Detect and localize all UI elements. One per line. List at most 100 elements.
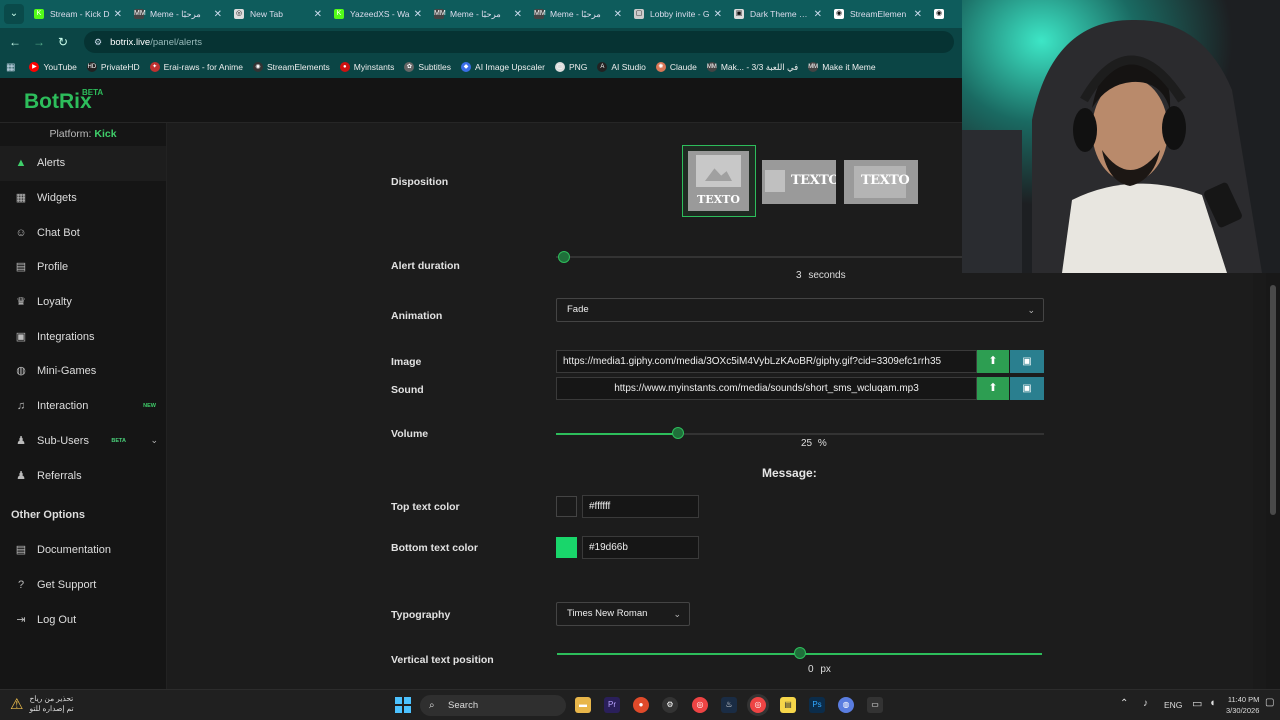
browser-tab[interactable]: MM Meme - مرحبًا ✕	[428, 0, 528, 28]
bookmark-item[interactable]: ✦ Erai-raws - for Anime	[149, 62, 243, 73]
network-icon[interactable]: ▭	[1192, 697, 1202, 710]
close-icon[interactable]: ✕	[114, 9, 122, 20]
browser-tab[interactable]: K YazeedXS - Wa ✕	[328, 0, 428, 28]
site-info-icon[interactable]: ⚙	[94, 37, 102, 48]
top-text-color-swatch[interactable]	[556, 496, 577, 517]
bookmark-item[interactable]: MM Make it Meme	[808, 62, 876, 73]
logo-beta-badge: BETA	[82, 88, 104, 97]
sidebar-item-sub-users[interactable]: ♟ Sub-Users BETA ⌄	[0, 424, 166, 459]
animation-select[interactable]: Fade ⌄	[556, 298, 1044, 322]
taskbar-search[interactable]: ⌕ Search	[420, 695, 566, 716]
sidebar-item-label: Loyalty	[37, 296, 72, 309]
notification-icon[interactable]: ▢	[1265, 697, 1274, 708]
disposition-option-overlay[interactable]: TEXTO	[844, 160, 918, 204]
typography-select[interactable]: Times New Roman ⌄	[556, 602, 690, 626]
sidebar-item-integrations[interactable]: ▣ Integrations	[0, 319, 166, 354]
sidebar-item-chat-bot[interactable]: ☺ Chat Bot	[0, 215, 166, 250]
close-icon[interactable]: ✕	[914, 9, 922, 20]
image-url-input[interactable]: https://media1.giphy.com/media/3OXc5iM4V…	[556, 350, 977, 373]
close-icon[interactable]: ✕	[614, 9, 622, 20]
bookmark-item[interactable]: ◆ AI Image Upscaler	[461, 62, 545, 73]
browser-tab[interactable]: ◉St	[928, 0, 950, 28]
sidebar-item-profile[interactable]: ▤ Profile	[0, 250, 166, 285]
browser-tab[interactable]: MM Meme - مرحبًا ✕	[528, 0, 628, 28]
sound-upload-button[interactable]: ⬆	[977, 377, 1009, 400]
sidebar-item-log-out[interactable]: ⇥ Log Out	[0, 602, 166, 637]
browser-tab[interactable]: ▢ Lobby invite - G ✕	[628, 0, 728, 28]
premiere-icon[interactable]: Pr	[604, 697, 620, 713]
webcam-video	[962, 0, 1280, 273]
bottom-text-color-input[interactable]: #19d66b	[582, 536, 699, 559]
sidebar-item-mini-games[interactable]: ◍ Mini-Games	[0, 354, 166, 389]
microphone-icon[interactable]: ♪	[1143, 698, 1148, 709]
bookmark-item[interactable]: ▶ YouTube	[29, 62, 77, 73]
close-icon[interactable]: ✕	[414, 9, 422, 20]
photoshop-icon[interactable]: Ps	[809, 697, 825, 713]
close-icon[interactable]: ✕	[814, 9, 822, 20]
browser-tab[interactable]: MM Meme - مرحبًا ✕	[128, 0, 228, 28]
terminal-icon[interactable]: ▭	[867, 697, 883, 713]
sound-url-input[interactable]: https://www.myinstants.com/media/sounds/…	[556, 377, 977, 400]
sidebar-item-loyalty[interactable]: ♛ Loyalty	[0, 285, 166, 320]
close-icon[interactable]: ✕	[514, 9, 522, 20]
sidebar-item-interaction[interactable]: ♫ Interaction NEW	[0, 389, 166, 424]
image-library-button[interactable]: ▣	[1010, 350, 1044, 373]
sidebar-item-get-support[interactable]: ? Get Support	[0, 568, 166, 603]
file-explorer-icon[interactable]: ▬	[575, 697, 591, 713]
bookmark-item[interactable]: MM Mak... - 3/3 في اللعبة	[706, 62, 798, 73]
volume-icon[interactable]: ◖	[1209, 697, 1216, 709]
browser-tab[interactable]: ◎ New Tab ✕	[228, 0, 328, 28]
bookmark-item[interactable]: ◉ StreamElements	[252, 62, 330, 73]
volume-slider-knob[interactable]	[672, 427, 684, 439]
bookmark-item[interactable]: ✺ Claude	[655, 62, 697, 73]
botrix-logo[interactable]: BotRix BETA	[24, 88, 103, 114]
bookmark-item[interactable]: ✿ Subtitles	[404, 62, 451, 73]
top-text-color-input[interactable]: #ffffff	[582, 495, 699, 518]
tab-search-button[interactable]: ⌄	[4, 4, 24, 24]
back-icon[interactable]: ←	[6, 35, 24, 49]
weather-widget[interactable]: ⚠ تحذير من رياح تم إصداره للتو	[10, 694, 74, 714]
reload-icon[interactable]: ↻	[54, 35, 72, 49]
apps-grid-icon[interactable]: ▦	[6, 62, 15, 73]
chevron-down-icon[interactable]: ⌄	[150, 435, 158, 446]
browser-tab[interactable]: ▣ Dark Theme - C ✕	[728, 0, 828, 28]
clock[interactable]: 11:40 PM 3/30/2026	[1226, 694, 1259, 716]
bookmark-label: YouTube	[43, 62, 77, 72]
bookmark-item[interactable]: ▢ PNG	[554, 62, 587, 73]
bottom-text-color-swatch[interactable]	[556, 537, 577, 558]
sticky-notes-icon[interactable]: ▤	[780, 697, 796, 713]
sidebar-item-referrals[interactable]: ♟ Referrals	[0, 458, 166, 493]
page-scrollbar[interactable]	[1266, 273, 1280, 689]
windows-start-icon[interactable]	[395, 697, 411, 713]
browser-tab[interactable]: ◉ StreamElemen ✕	[828, 0, 928, 28]
bookmark-item[interactable]: ● Myinstants	[339, 62, 394, 73]
steam-icon[interactable]: ♨	[721, 697, 737, 713]
close-icon[interactable]: ✕	[214, 9, 222, 20]
forward-icon[interactable]: →	[30, 35, 48, 49]
chrome-active-icon[interactable]: ◎	[750, 697, 766, 713]
sound-library-button[interactable]: ▣	[1010, 377, 1044, 400]
bookmark-item[interactable]: HD PrivateHD	[86, 62, 140, 73]
sidebar-item-documentation[interactable]: ▤ Documentation	[0, 533, 166, 568]
settings-icon[interactable]: ⚙	[662, 697, 678, 713]
globe-icon[interactable]: ◍	[838, 697, 854, 713]
chrome-icon[interactable]: ◎	[692, 697, 708, 713]
language-indicator[interactable]: ENG	[1164, 700, 1182, 710]
browser-tab[interactable]: K Stream - Kick D ✕	[28, 0, 128, 28]
app-icon[interactable]: ●	[633, 697, 649, 713]
close-icon[interactable]: ✕	[314, 9, 322, 20]
vertical-position-slider-knob[interactable]	[793, 647, 806, 659]
scrollbar-thumb[interactable]	[1270, 285, 1276, 515]
disposition-option-stacked[interactable]: TEXTO	[682, 145, 756, 217]
alert-duration-slider-track[interactable]	[556, 256, 962, 258]
image-upload-button[interactable]: ⬆	[977, 350, 1009, 373]
disposition-option-side[interactable]: TEXTO	[762, 160, 836, 204]
chevron-up-icon[interactable]: ⌃	[1120, 698, 1128, 709]
url-input[interactable]: ⚙ botrix.live/panel/alerts	[84, 31, 954, 53]
close-icon[interactable]: ✕	[714, 9, 722, 20]
alert-duration-slider-knob[interactable]	[558, 251, 570, 263]
bookmark-item[interactable]: A AI Studio	[597, 62, 646, 73]
sidebar-item-widgets[interactable]: ▦ Widgets	[0, 181, 166, 216]
bookmarks-bar: ▦ ▶ YouTube HD PrivateHD ✦ Erai-raws - for An…	[0, 56, 962, 78]
sidebar-item-alerts[interactable]: ▲ Alerts	[0, 146, 166, 181]
